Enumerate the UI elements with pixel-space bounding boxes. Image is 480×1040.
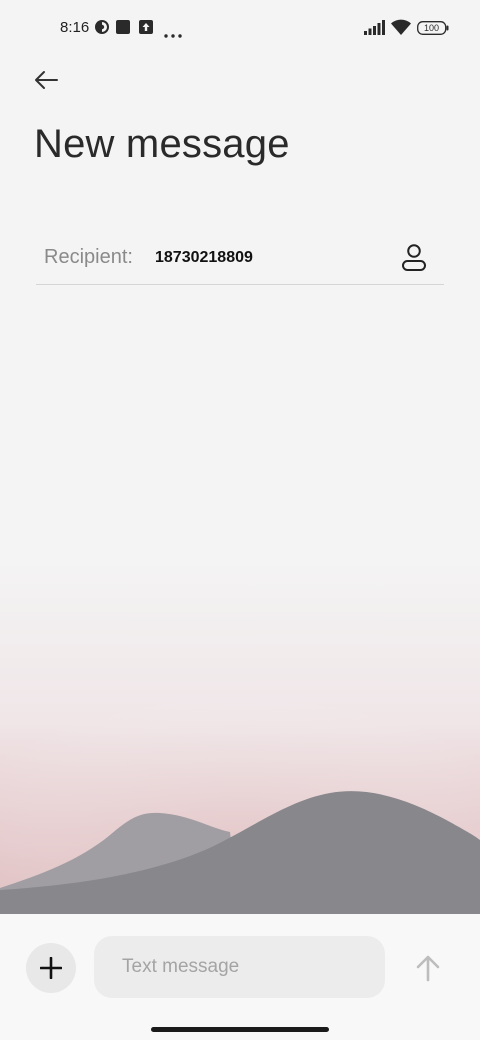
send-button[interactable] (410, 950, 446, 986)
contact-picker-button[interactable] (398, 240, 430, 274)
background-scenery (0, 560, 480, 915)
recipient-label: Recipient: (44, 246, 133, 268)
recipient-value[interactable]: 18730218809 (155, 249, 253, 267)
wifi-icon (390, 18, 412, 41)
home-indicator[interactable] (151, 1027, 329, 1032)
status-bar: 8:16 100 (0, 0, 480, 56)
back-button[interactable] (28, 62, 64, 98)
attach-button[interactable] (26, 943, 76, 993)
message-composer (0, 914, 480, 1020)
more-icon (164, 25, 184, 43)
navigation-bar (0, 1020, 480, 1040)
message-input[interactable] (94, 936, 385, 998)
battery-level: 100 (423, 23, 440, 33)
square-icon (115, 19, 131, 40)
page-title: New message (34, 122, 290, 166)
plus-icon (40, 957, 62, 979)
signal-icon (364, 20, 386, 40)
person-icon (402, 244, 426, 271)
arrow-up-icon (416, 955, 440, 982)
status-time: 8:16 (60, 19, 90, 36)
recipient-field[interactable]: Recipient: 18730218809 (36, 232, 444, 285)
arrow-left-icon (35, 71, 58, 89)
status-app-icon (94, 19, 110, 40)
upload-icon (138, 19, 154, 40)
battery-icon: 100 (417, 21, 449, 40)
